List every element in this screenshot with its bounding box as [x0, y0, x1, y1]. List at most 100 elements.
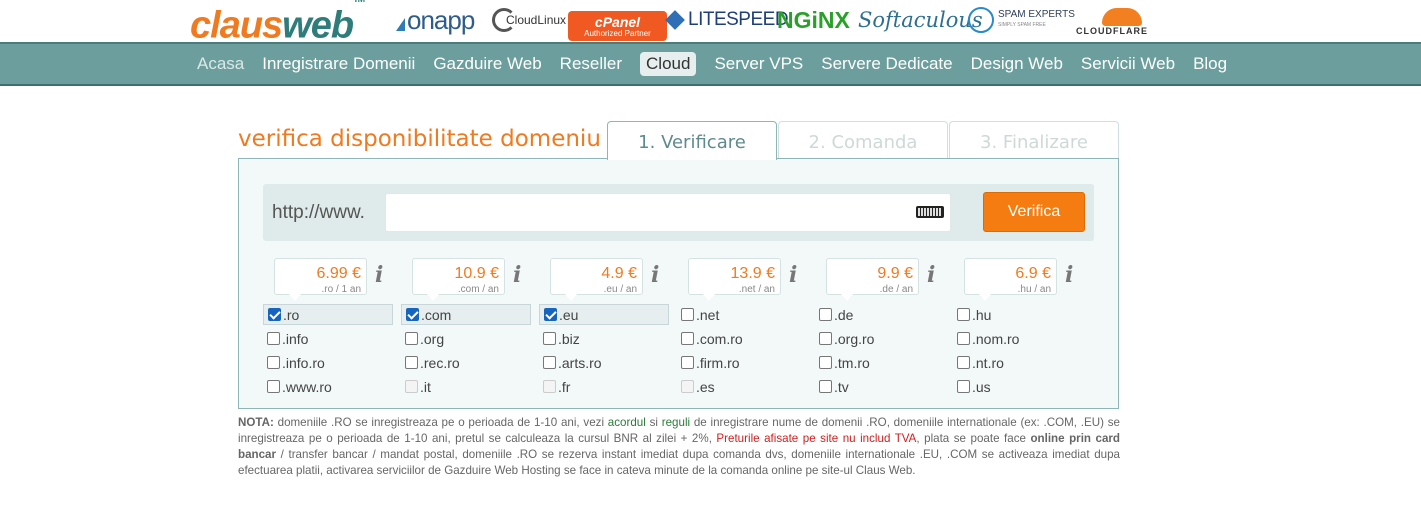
extension-label: .ro — [283, 306, 300, 323]
info-icon[interactable]: i — [513, 262, 521, 288]
extension-checkbox[interactable] — [957, 356, 970, 369]
spamexperts-logo: SPAM EXPERTS SIMPLY SPAM FREE — [968, 0, 1075, 40]
extension-checkbox[interactable] — [268, 308, 281, 321]
domain-check-panel: http://www. Verifica 6.99 € .ro / 1 an i 10… — [238, 158, 1119, 409]
extension-checkbox[interactable] — [819, 308, 832, 321]
softaculous-logo: Softaculous — [858, 8, 983, 32]
extension-checkbox[interactable] — [406, 308, 419, 321]
reguli-link[interactable]: reguli — [662, 416, 690, 429]
tab-finalizare[interactable]: 3. Finalizare — [949, 121, 1119, 160]
nav-item-blog[interactable]: Blog — [1184, 52, 1236, 76]
verifica-button[interactable]: Verifica — [983, 192, 1085, 232]
info-icon[interactable]: i — [651, 262, 659, 288]
extension-option[interactable]: .www.ro — [263, 376, 393, 397]
extension-option[interactable]: .tv — [815, 376, 945, 397]
vat-warning: Preturile afisate pe site nu includ TVA — [716, 432, 917, 445]
extension-label: .com — [421, 306, 452, 323]
price-box: 6.9 € .hu / an — [964, 258, 1057, 301]
domain-input[interactable] — [385, 193, 951, 232]
main-navigation: Acasa Inregistrare Domenii Gazduire Web Res… — [0, 42, 1421, 93]
logo-text-web: web — [282, 4, 354, 47]
extension-checkbox[interactable] — [681, 332, 694, 345]
extension-label: .net — [696, 306, 720, 323]
nav-item-design-web[interactable]: Design Web — [962, 52, 1072, 76]
extension-option[interactable]: .us — [953, 376, 1083, 397]
extension-label: .tv — [834, 378, 849, 395]
cloudflare-logo: CLOUDFLARE — [1076, 0, 1148, 40]
nav-item-inregistrare-domenii[interactable]: Inregistrare Domenii — [253, 52, 424, 76]
extension-label: .eu — [559, 306, 579, 323]
nav-item-server-vps[interactable]: Server VPS — [705, 52, 812, 76]
extension-option[interactable]: .nom.ro — [953, 328, 1083, 349]
extension-label: .info — [282, 330, 309, 347]
nav-item-acasa[interactable]: Acasa — [188, 52, 253, 93]
extension-checkbox[interactable] — [957, 380, 970, 393]
keyboard-icon[interactable] — [916, 206, 944, 218]
extension-checkbox[interactable] — [405, 332, 418, 345]
extension-checkbox[interactable] — [544, 308, 557, 321]
tab-verificare[interactable]: 1. Verificare — [607, 121, 777, 160]
cpanel-logo: cPanel Authorized Partner — [568, 11, 667, 41]
logo-tm: TM — [353, 0, 365, 4]
extension-checkbox — [405, 380, 418, 393]
extension-option[interactable]: .hu — [953, 304, 1083, 325]
extension-option[interactable]: .biz — [539, 328, 669, 349]
nav-item-servere-dedicate[interactable]: Servere Dedicate — [812, 52, 961, 76]
info-icon[interactable]: i — [375, 262, 383, 288]
extension-option[interactable]: .arts.ro — [539, 352, 669, 373]
extension-checkbox[interactable] — [957, 308, 970, 321]
extension-option[interactable]: .org — [401, 328, 531, 349]
extension-checkbox[interactable] — [267, 380, 280, 393]
extension-checkbox[interactable] — [405, 356, 418, 369]
extension-option[interactable]: .rec.ro — [401, 352, 531, 373]
extension-checkbox[interactable] — [543, 332, 556, 345]
extension-checkbox[interactable] — [543, 356, 556, 369]
info-icon[interactable]: i — [927, 262, 935, 288]
clausweb-logo[interactable]: clauswebTM — [190, 0, 365, 47]
extension-checkbox[interactable] — [267, 356, 280, 369]
price-amount: 6.9 € — [1015, 265, 1051, 282]
extension-label: .nom.ro — [972, 330, 1020, 347]
extension-option[interactable]: .info — [263, 328, 393, 349]
price-box: 13.9 € .net / an — [688, 258, 781, 301]
extension-label: .arts.ro — [558, 354, 602, 371]
extension-option[interactable]: .com.ro — [677, 328, 807, 349]
extension-checkbox[interactable] — [681, 308, 694, 321]
extension-checkbox[interactable] — [819, 356, 832, 369]
extension-checkbox[interactable] — [819, 332, 832, 345]
extension-option[interactable]: .ro — [263, 304, 393, 325]
extension-label: .org — [420, 330, 445, 347]
extension-option[interactable]: .tm.ro — [815, 352, 945, 373]
extension-option[interactable]: .com — [401, 304, 531, 325]
cloudlinux-logo: CloudLinux — [492, 0, 566, 40]
price-period: .eu / an — [603, 284, 637, 295]
extension-option[interactable]: .nt.ro — [953, 352, 1083, 373]
extension-checkbox[interactable] — [957, 332, 970, 345]
nav-item-reseller[interactable]: Reseller — [551, 52, 631, 76]
extension-label: .info.ro — [282, 354, 325, 371]
extension-option[interactable]: .net — [677, 304, 807, 325]
extension-option[interactable]: .org.ro — [815, 328, 945, 349]
acord-link[interactable]: acordul — [608, 416, 646, 429]
extension-option[interactable]: .de — [815, 304, 945, 325]
price-row: 6.99 € .ro / 1 an i 10.9 € .com / an i 4.9 € .e… — [274, 258, 1104, 301]
nav-item-cloud[interactable]: Cloud — [640, 52, 697, 76]
price-box: 4.9 € .eu / an — [550, 258, 643, 301]
tab-comanda[interactable]: 2. Comanda — [778, 121, 948, 160]
extension-option[interactable]: .info.ro — [263, 352, 393, 373]
logo-text-claus: claus — [190, 4, 283, 47]
extension-checkbox[interactable] — [819, 380, 832, 393]
extension-label: .www.ro — [282, 378, 332, 395]
litespeed-icon — [665, 10, 685, 30]
extension-option: .es — [677, 376, 807, 397]
extension-option[interactable]: .eu — [539, 304, 669, 325]
cloudflare-icon — [1102, 8, 1142, 26]
info-icon[interactable]: i — [1065, 262, 1073, 288]
nav-item-gazduire-web[interactable]: Gazduire Web — [424, 52, 550, 76]
nav-item-servicii-web[interactable]: Servicii Web — [1072, 52, 1184, 76]
extension-checkbox[interactable] — [681, 356, 694, 369]
spamexperts-icon — [968, 7, 994, 33]
extension-checkbox[interactable] — [267, 332, 280, 345]
info-icon[interactable]: i — [789, 262, 797, 288]
extension-option[interactable]: .firm.ro — [677, 352, 807, 373]
